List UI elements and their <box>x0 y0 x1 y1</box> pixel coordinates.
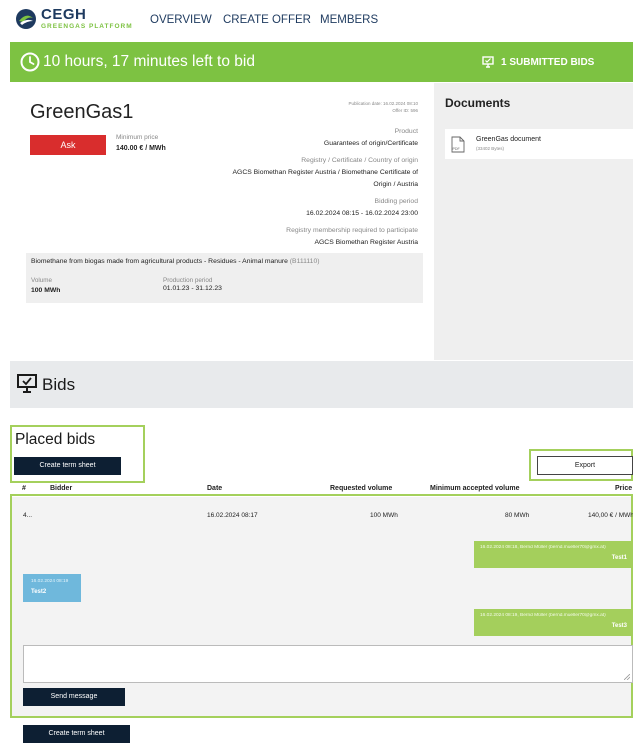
product-value: Guarantees of origin/Certificate <box>323 140 418 147</box>
production-period-value: 01.01.23 - 31.12.23 <box>163 285 222 292</box>
documents-title: Documents <box>445 96 511 110</box>
product-code: (B111110) <box>289 258 320 265</box>
placed-bids-title: Placed bids <box>15 431 96 448</box>
bidding-period-value: 16.02.2024 08:15 - 16.02.2024 23:00 <box>306 210 418 217</box>
col-minimum-volume: Minimum accepted volume <box>430 485 520 492</box>
chat-message-right: 16.02.2024 08:19, Bernd Müller (bernd.mu… <box>474 609 633 636</box>
bid-date: 16.02.2024 08:17 <box>207 512 258 519</box>
send-message-button[interactable]: Send message <box>23 688 125 706</box>
chat-message-meta: 16.02.2024 08:19 <box>31 579 69 584</box>
product-description: Biomethane from biogas made from agricul… <box>31 258 320 265</box>
min-price-value: 140.00 € / MWh <box>116 145 166 152</box>
top-header: CEGH GREENGAS PLATFORM OVERVIEW CREATE O… <box>0 0 633 40</box>
nav-create-offer[interactable]: CREATE OFFER <box>223 14 311 26</box>
logo-text: CEGH <box>41 6 87 23</box>
nav-members[interactable]: MEMBERS <box>320 14 378 26</box>
chat-message-text: Test1 <box>611 555 627 561</box>
document-name[interactable]: GreenGas document <box>476 136 541 143</box>
production-period-label: Production period <box>163 277 213 284</box>
col-requested-volume: Requested volume <box>330 485 393 492</box>
chat-message-left: 16.02.2024 08:19 Test2 <box>23 574 81 602</box>
offer-card: GreenGas1 Ask Minimum price 140.00 € / M… <box>10 83 434 360</box>
logo-subtitle: GREENGAS PLATFORM <box>41 23 133 30</box>
product-description-box: Biomethane from biogas made from agricul… <box>26 253 423 303</box>
pdf-file-icon: PDF <box>451 136 465 153</box>
registry-label: Registry / Certificate / Country of orig… <box>301 157 418 164</box>
documents-panel: Documents PDF GreenGas document (33402 B… <box>434 83 633 360</box>
bid-price: 140,00 € / MWh <box>588 512 633 519</box>
registry-value-line1: AGCS Biomethan Register Austria / Biomet… <box>232 169 419 176</box>
bid-board-icon <box>482 56 494 68</box>
submitted-bids-count[interactable]: 1 SUBMITTED BIDS <box>501 57 594 68</box>
registry-value-line2: Origin / Austria <box>373 181 418 188</box>
document-size: (33402 Bytes) <box>476 146 505 151</box>
message-textarea[interactable] <box>23 645 633 683</box>
time-left-text: 10 hours, 17 minutes left to bid <box>43 53 255 70</box>
bid-table-highlight <box>10 494 633 718</box>
volume-label: Volume <box>31 277 53 284</box>
clock-icon <box>20 52 40 72</box>
membership-value: AGCS Biomethan Register Austria <box>314 239 418 246</box>
ask-badge: Ask <box>30 135 106 155</box>
export-button[interactable]: Export <box>537 456 633 475</box>
bid-requested-volume: 100 MWh <box>370 512 398 519</box>
col-price: Price <box>615 485 633 492</box>
document-item[interactable]: PDF GreenGas document (33402 Bytes) <box>445 129 633 159</box>
resize-handle-icon[interactable] <box>624 674 630 680</box>
nav-overview[interactable]: OVERVIEW <box>150 14 212 26</box>
bids-section-header: Bids <box>10 361 633 408</box>
bids-title: Bids <box>42 375 76 394</box>
chat-message-text: Test2 <box>31 589 47 595</box>
membership-label: Registry membership required to particip… <box>286 227 418 234</box>
col-number: # <box>22 485 26 492</box>
cegh-logo-icon <box>16 9 36 29</box>
bidding-period-label: Bidding period <box>374 198 418 205</box>
create-term-sheet-bottom-button[interactable]: Create term sheet <box>23 725 130 743</box>
publication-date: Publication date: 16.02.2024 08:10 <box>348 101 418 106</box>
chat-message-meta: 16.02.2024 08:18, Bernd Müller (bernd.mu… <box>480 545 606 550</box>
offer-title: GreenGas1 <box>30 101 134 123</box>
time-left-banner: 10 hours, 17 minutes left to bid 1 SUBMI… <box>10 42 633 82</box>
chat-message-meta: 16.02.2024 08:19, Bernd Müller (bernd.mu… <box>480 613 606 618</box>
bid-number: 4... <box>23 512 33 519</box>
col-bidder: Bidder <box>50 485 73 492</box>
create-term-sheet-button[interactable]: Create term sheet <box>14 457 121 475</box>
col-date: Date <box>207 485 223 492</box>
svg-text:PDF: PDF <box>453 147 461 151</box>
chat-message-right: 16.02.2024 08:18, Bernd Müller (bernd.mu… <box>474 541 633 568</box>
min-price-label: Minimum price <box>116 134 159 141</box>
bid-board-icon <box>17 374 37 393</box>
product-label: Product <box>394 128 418 135</box>
chat-message-text: Test3 <box>611 623 627 629</box>
volume-value: 100 MWh <box>31 287 61 294</box>
bid-minimum-volume: 80 MWh <box>505 512 530 519</box>
offer-id: Offer ID: 596 <box>392 108 418 113</box>
